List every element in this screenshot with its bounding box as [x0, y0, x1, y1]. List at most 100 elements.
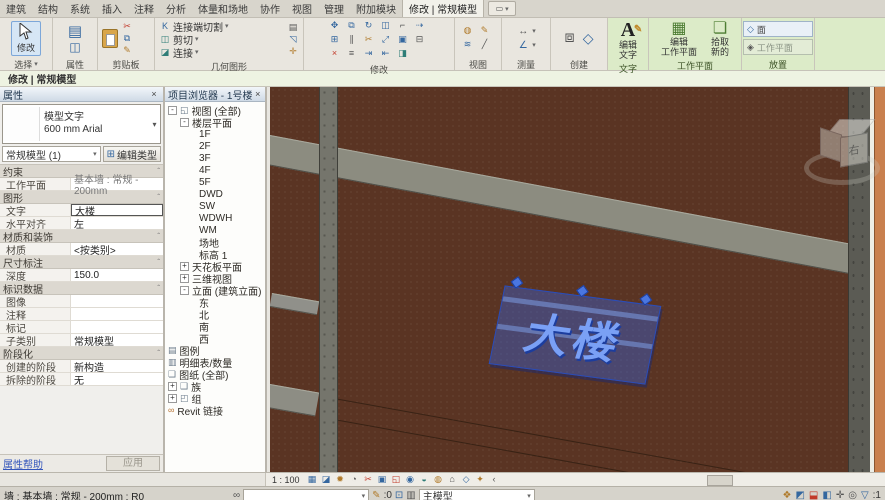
- tree-item-4f[interactable]: 4F: [165, 164, 265, 176]
- expander-icon[interactable]: -: [180, 118, 189, 127]
- collapse-icon[interactable]: ˆ: [157, 284, 160, 293]
- move-icon[interactable]: ✥: [329, 20, 341, 31]
- scale-icon[interactable]: ⤢: [380, 34, 392, 45]
- select-panel-label[interactable]: 选择▾: [0, 58, 52, 70]
- detail-level-icon[interactable]: ▦: [306, 474, 319, 485]
- paste-icon[interactable]: [102, 29, 118, 48]
- offset-icon[interactable]: ⇢: [414, 20, 426, 31]
- tab-analyze[interactable]: 分析: [160, 0, 192, 17]
- wall-joins-icon[interactable]: ▤: [287, 22, 299, 33]
- split-element-icon[interactable]: ✂: [363, 34, 375, 45]
- active-workset-dropdown[interactable]: ▾: [243, 489, 369, 500]
- align-icon[interactable]: ⌐: [397, 20, 409, 31]
- property-value[interactable]: <按类别>: [71, 243, 163, 255]
- modify-button[interactable]: 修改: [11, 21, 41, 56]
- tab-structure[interactable]: 结构: [32, 0, 64, 17]
- tree-item-sw[interactable]: SW: [165, 200, 265, 212]
- tree-item-east[interactable]: 东: [165, 296, 265, 308]
- close-icon[interactable]: ×: [148, 89, 160, 99]
- tree-item-north[interactable]: 北: [165, 308, 265, 320]
- tree-item-1f[interactable]: 1F: [165, 128, 265, 140]
- select-links-icon[interactable]: ⬓: [809, 490, 818, 500]
- family-types-icon[interactable]: ◫: [69, 41, 80, 53]
- expander-icon[interactable]: +: [180, 262, 189, 271]
- element-filter-dropdown[interactable]: 常规模型 (1) ▾: [2, 146, 101, 162]
- shadows-icon[interactable]: ◔: [348, 474, 361, 485]
- cut-to-clipboard-icon[interactable]: ✂: [121, 21, 133, 32]
- tab-systems[interactable]: 系统: [64, 0, 96, 17]
- edit-type-button[interactable]: ⊞ 编辑类型: [103, 146, 161, 162]
- property-value[interactable]: 新构造: [71, 360, 163, 372]
- join-end-cut-button[interactable]: K 连接端切割 ▾: [159, 20, 229, 32]
- demolish-icon[interactable]: ✛: [287, 46, 299, 57]
- close-icon[interactable]: ×: [254, 89, 262, 99]
- visual-style-icon[interactable]: ◪: [320, 474, 333, 485]
- collapse-icon[interactable]: ˆ: [157, 349, 160, 358]
- collapse-bar-icon[interactable]: ‹: [488, 474, 501, 485]
- override-graphics-icon[interactable]: ✎: [479, 25, 491, 36]
- tab-addins[interactable]: 附加模块: [350, 0, 402, 17]
- show-constraints-icon[interactable]: ◇: [460, 474, 473, 485]
- sun-path-icon[interactable]: ✹: [334, 474, 347, 485]
- text-value-input[interactable]: 大楼: [71, 204, 163, 216]
- properties-header[interactable]: 属性 ×: [0, 87, 163, 102]
- worksharing-display-icon[interactable]: ✦: [474, 474, 487, 485]
- tree-item-2f[interactable]: 2F: [165, 140, 265, 152]
- viewcube-right-face[interactable]: 右: [840, 133, 868, 168]
- edit-text-button[interactable]: A✎ 编辑文字: [616, 20, 640, 60]
- ribbon-state-button[interactable]: ▭ ▾: [488, 1, 516, 16]
- reveal-hidden-elements-icon[interactable]: ◍: [432, 474, 445, 485]
- editing-requests-icon[interactable]: ✎: [372, 490, 380, 500]
- expander-icon[interactable]: +: [168, 394, 177, 403]
- lock-3d-view-icon[interactable]: ◉: [404, 474, 417, 485]
- trim-icon[interactable]: ≡: [346, 48, 358, 59]
- temporary-view-properties-icon[interactable]: ⌂: [446, 474, 459, 485]
- tab-architecture[interactable]: 建筑: [0, 0, 32, 17]
- match-type-icon[interactable]: ✎: [121, 45, 133, 56]
- apply-button[interactable]: 应用: [106, 456, 160, 471]
- horizontal-scrollbar-thumb[interactable]: [707, 475, 733, 486]
- property-value[interactable]: 无: [71, 373, 163, 385]
- crop-view-icon[interactable]: ▣: [376, 474, 389, 485]
- tab-annotate[interactable]: 注释: [128, 0, 160, 17]
- edit-workplane-button[interactable]: ▦ 编辑工作平面: [658, 20, 700, 57]
- press-drag-icon[interactable]: ◩: [795, 490, 804, 500]
- select-by-face-icon[interactable]: ◎: [848, 490, 857, 500]
- extend-icon[interactable]: ⇤: [380, 48, 392, 59]
- temporary-hide-isolate-icon[interactable]: ◒: [418, 474, 431, 485]
- property-value[interactable]: 150.0: [71, 269, 163, 281]
- delete-icon[interactable]: ×: [329, 48, 341, 59]
- design-option-dropdown[interactable]: 主模型 ▾: [419, 489, 535, 500]
- collapse-icon[interactable]: ˆ: [157, 232, 160, 241]
- expander-icon[interactable]: -: [180, 286, 189, 295]
- copy-icon[interactable]: ⧉: [346, 20, 358, 31]
- unpin-icon[interactable]: ⊟: [414, 34, 426, 45]
- mirror-icon[interactable]: ◫: [380, 20, 392, 31]
- tree-item-revit-links[interactable]: ∞Revit 链接: [165, 404, 265, 416]
- create-group-icon[interactable]: ⧈: [565, 29, 575, 47]
- create-assembly-icon[interactable]: ◇: [583, 30, 594, 47]
- type-selector[interactable]: 模型文字 600 mm Arial ▾: [2, 104, 161, 144]
- trim-extend-icon[interactable]: ⇥: [363, 48, 375, 59]
- drawing-area[interactable]: 大楼 右: [267, 87, 885, 472]
- linework-icon[interactable]: ≋: [462, 39, 474, 50]
- property-value[interactable]: 左: [71, 217, 163, 229]
- property-value[interactable]: [71, 308, 163, 320]
- pick-new-host-button[interactable]: ❏ 拾取新的: [708, 20, 732, 57]
- tree-item-elevations[interactable]: -立面 (建筑立面): [165, 284, 265, 296]
- tab-massing-site[interactable]: 体量和场地: [192, 0, 254, 17]
- dimension-button[interactable]: ∠ ▾: [516, 39, 536, 51]
- viewcube[interactable]: 右: [818, 113, 885, 183]
- place-on-face-button[interactable]: ◇ 面: [743, 21, 813, 37]
- property-value[interactable]: 基本墙 : 常规 - 200mm: [71, 178, 163, 190]
- pin-icon[interactable]: ▣: [397, 34, 409, 45]
- tab-manage[interactable]: 管理: [318, 0, 350, 17]
- chevron-down-icon[interactable]: ▾: [149, 105, 160, 143]
- design-options-icon[interactable]: ⊡: [395, 490, 403, 500]
- expander-icon[interactable]: +: [168, 382, 177, 391]
- array-icon[interactable]: ⊞: [329, 34, 341, 45]
- property-value[interactable]: [71, 295, 163, 307]
- tree-item-families[interactable]: +❑族: [165, 380, 265, 392]
- beam-cope-icon[interactable]: ◹: [287, 34, 299, 45]
- tab-view[interactable]: 视图: [286, 0, 318, 17]
